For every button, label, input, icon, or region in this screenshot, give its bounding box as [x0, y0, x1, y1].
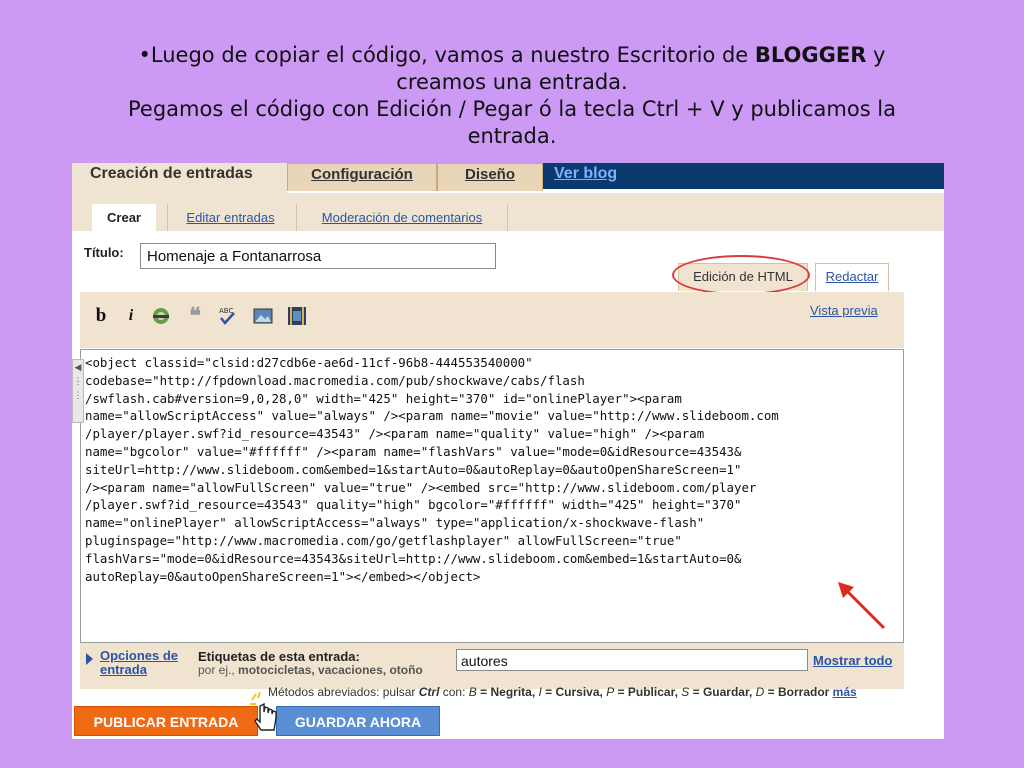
annotation-arrow-icon — [838, 582, 886, 630]
html-editor[interactable]: <object classid="clsid:d27cdb6e-ae6d-11c… — [80, 349, 904, 643]
expand-triangle-icon[interactable] — [86, 653, 93, 665]
svg-text:ABC: ABC — [219, 307, 233, 315]
title-label: Título: — [84, 245, 124, 260]
bold-icon[interactable]: b — [90, 305, 112, 327]
subtab-moderacion-comentarios[interactable]: Moderación de comentarios — [296, 204, 508, 231]
hand-cursor-icon — [250, 692, 277, 731]
caption-line-1: •Luego de copiar el código, vamos a nues… — [138, 43, 886, 67]
tab-diseno[interactable]: Diseño — [437, 163, 543, 191]
labels-hint: por ej., motocicletas, vacaciones, otoño — [198, 663, 423, 677]
main-tab-bar: Creación de entradas Configuración Diseñ… — [72, 163, 944, 193]
tab-ver-blog[interactable]: Ver blog — [542, 163, 662, 189]
publicar-entrada-button[interactable]: PUBLICAR ENTRADA — [74, 706, 258, 736]
title-input[interactable]: Homenaje a Fontanarrosa — [140, 243, 496, 269]
blogger-screenshot: Creación de entradas Configuración Diseñ… — [72, 163, 944, 739]
image-icon[interactable] — [252, 305, 274, 327]
caption-line-2: creamos una entrada. — [396, 70, 628, 94]
labels-title: Etiquetas de esta entrada: — [198, 649, 360, 664]
guardar-ahora-button[interactable]: GUARDAR AHORA — [276, 706, 440, 736]
italic-icon[interactable]: i — [120, 305, 142, 327]
highlight-ellipse — [672, 255, 810, 295]
tab-configuracion[interactable]: Configuración — [287, 163, 437, 191]
slide-caption: •Luego de copiar el código, vamos a nues… — [60, 42, 964, 150]
collapse-handle[interactable]: ◀ ⋮ ⋮ — [72, 359, 84, 423]
spellcheck-icon[interactable]: ABC — [216, 305, 238, 327]
keyboard-shortcuts-hint: Métodos abreviados: pulsar Ctrl con: B =… — [268, 685, 857, 699]
video-icon[interactable] — [286, 305, 308, 327]
mas-link[interactable]: más — [833, 685, 857, 699]
html-code[interactable]: <object classid="clsid:d27cdb6e-ae6d-11c… — [85, 354, 895, 585]
labels-input[interactable]: autores — [456, 649, 808, 671]
caption-brand: BLOGGER — [754, 43, 867, 67]
caption-line-4: entrada. — [467, 124, 557, 148]
opciones-de-entrada-link[interactable]: Opciones de entrada — [100, 649, 178, 677]
caption-line-3: Pegamos el código con Edición / Pegar ó … — [127, 97, 897, 121]
subtab-editar-entradas[interactable]: Editar entradas — [167, 204, 293, 231]
subtab-crear[interactable]: Crear — [92, 204, 156, 231]
link-icon[interactable] — [150, 305, 172, 327]
quote-icon[interactable]: ❝ — [184, 305, 206, 327]
vista-previa-link[interactable]: Vista previa — [810, 303, 878, 318]
editor-toolbar: b i ❝ ABC Vista previa — [80, 292, 904, 348]
mostrar-todo-link[interactable]: Mostrar todo — [813, 653, 892, 668]
post-options-bar: Opciones de entrada Etiquetas de esta en… — [80, 643, 904, 689]
tab-creacion-de-entradas[interactable]: Creación de entradas — [72, 163, 287, 193]
tab-redactar[interactable]: Redactar — [815, 263, 889, 291]
